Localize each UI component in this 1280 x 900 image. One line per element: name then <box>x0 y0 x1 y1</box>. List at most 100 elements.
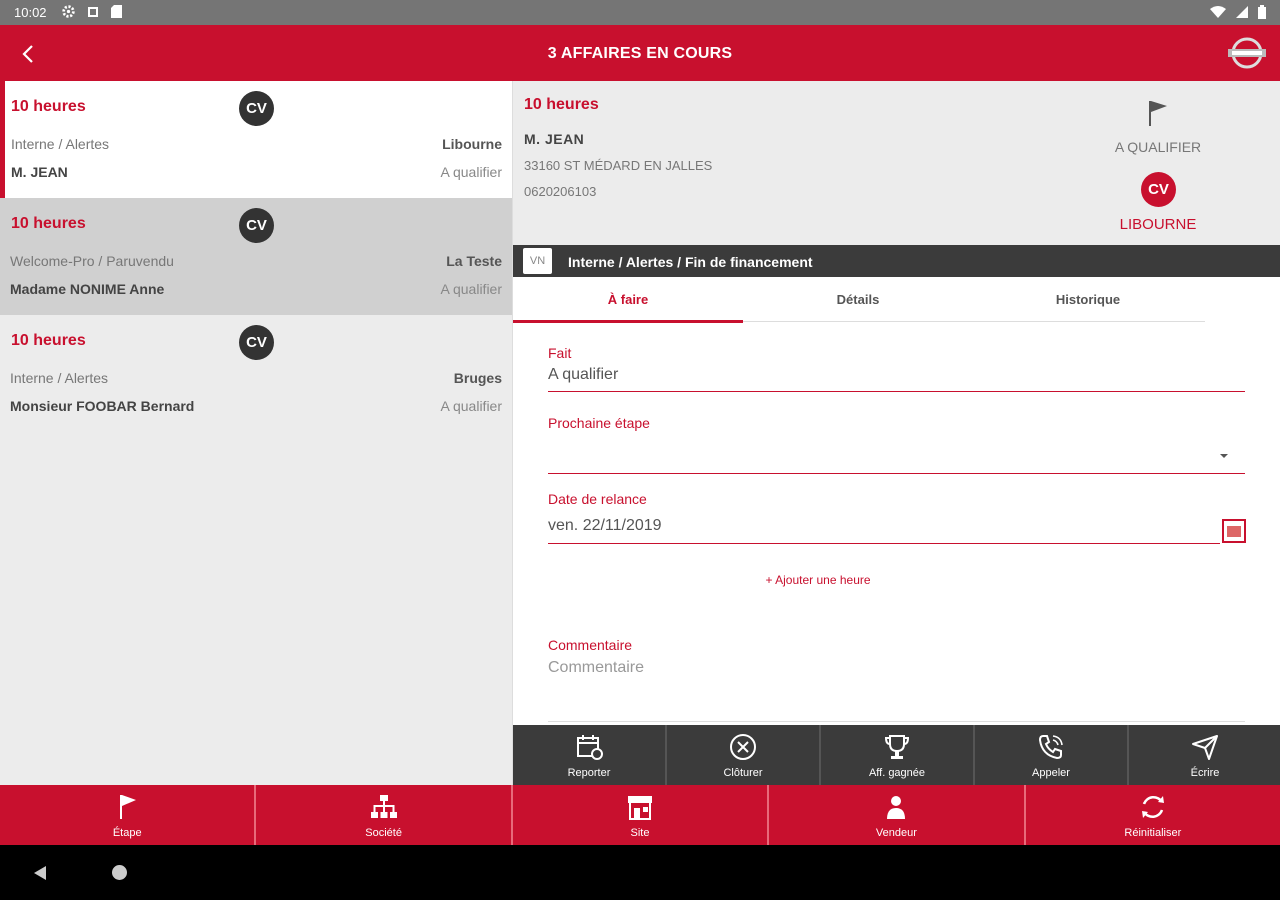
detail-site: LIBOURNE <box>1119 216 1197 233</box>
item-hours: 10 heures <box>11 332 86 349</box>
item-status: A qualifier <box>440 398 502 414</box>
next-step-underline <box>548 473 1245 474</box>
reporter-label: Reporter <box>567 767 611 779</box>
calendar-reschedule-icon <box>577 735 603 760</box>
item-site: Libourne <box>442 136 502 152</box>
reinitialiser-button[interactable]: Réinitialiser <box>1026 785 1280 845</box>
todo-form: Fait A qualifier Prochaine étape Date de… <box>513 323 1280 723</box>
list-item[interactable]: 10 heures CV Interne / Alertes Bruges Mo… <box>0 315 512 432</box>
item-name: Madame NONIME Anne <box>10 281 165 297</box>
flag-icon <box>1149 101 1167 126</box>
detail-header: 10 heures M. JEAN 33160 ST MÉDARD EN JAL… <box>513 81 1280 245</box>
list-item[interactable]: 10 heures CV Welcome-Pro / Paruvendu La … <box>0 198 512 315</box>
item-hours: 10 heures <box>11 98 86 115</box>
status-system-icons <box>1210 5 1266 19</box>
signal-icon <box>1236 6 1248 18</box>
ecrire-button[interactable]: Écrire <box>1129 725 1280 785</box>
date-label: Date de relance <box>548 491 647 507</box>
status-notification-icons <box>62 5 122 18</box>
item-status: A qualifier <box>440 164 502 180</box>
affaire-gagnee-label: Aff. gagnée <box>868 767 926 779</box>
date-field[interactable]: ven. 22/11/2019 <box>548 517 662 535</box>
detail-hours: 10 heures <box>524 96 599 113</box>
item-name: M. JEAN <box>11 164 68 180</box>
ecrire-label: Écrire <box>1190 767 1220 779</box>
item-source: Welcome-Pro / Paruvendu <box>10 253 174 269</box>
tab-bar: À faire Détails Historique <box>513 277 1280 323</box>
detail-name: M. JEAN <box>524 131 585 147</box>
action-toolbar: Reporter Clôturer Aff. gagnée Appeler Éc… <box>513 725 1280 785</box>
comment-label: Commentaire <box>548 637 633 653</box>
send-icon <box>1192 735 1218 760</box>
cloturer-label: Clôturer <box>723 767 763 779</box>
notification-icon <box>88 6 98 17</box>
qualification-status: A QUALIFIER <box>1114 139 1202 155</box>
item-hours: 10 heures <box>11 215 86 232</box>
vendeur-label: Vendeur <box>875 827 917 839</box>
societe-label: Société <box>365 827 402 839</box>
category-tag: VN <box>523 248 552 274</box>
detail-address: 33160 ST MÉDARD EN JALLES <box>524 158 713 173</box>
appeler-button[interactable]: Appeler <box>975 725 1129 785</box>
fait-label: Fait <box>548 345 572 361</box>
system-navigation-bar <box>0 845 1280 900</box>
societe-button[interactable]: Société <box>256 785 513 845</box>
nav-home-icon[interactable] <box>112 865 127 880</box>
vendeur-button[interactable]: Vendeur <box>769 785 1026 845</box>
close-circle-icon <box>730 734 756 760</box>
status-bar: 10:02 <box>0 0 1280 25</box>
sd-card-icon <box>111 5 122 18</box>
item-source: Interne / Alertes <box>10 370 109 386</box>
category-bar: VN Interne / Alertes / Fin de financemen… <box>513 245 1280 277</box>
item-source: Interne / Alertes <box>11 136 110 152</box>
cv-badge: CV <box>1141 172 1176 207</box>
cv-badge: CV <box>239 208 274 243</box>
item-site: Bruges <box>453 370 502 386</box>
next-step-label: Prochaine étape <box>548 415 650 431</box>
reporter-button[interactable]: Reporter <box>513 725 667 785</box>
appeler-label: Appeler <box>1032 767 1070 779</box>
list-item[interactable]: 10 heures CV Interne / Alertes Libourne … <box>0 81 512 198</box>
battery-icon <box>1258 5 1266 19</box>
fait-field[interactable]: A qualifier <box>548 366 618 384</box>
site-label: Site <box>630 827 650 839</box>
status-time: 10:02 <box>14 5 47 20</box>
nav-back-icon[interactable] <box>32 865 48 881</box>
detail-phone: 0620206103 <box>524 184 597 199</box>
cloturer-button[interactable]: Clôturer <box>667 725 821 785</box>
affaires-list: 10 heures CV Interne / Alertes Libourne … <box>0 81 512 785</box>
tab-a-faire[interactable]: À faire <box>513 277 743 323</box>
add-hour-link[interactable]: + Ajouter une heure <box>513 573 1123 587</box>
etape-label: Étape <box>112 827 142 839</box>
wifi-icon <box>1210 6 1226 18</box>
refresh-icon <box>1141 795 1164 819</box>
date-underline <box>548 543 1220 544</box>
phone-icon <box>1038 735 1063 760</box>
trophy-icon <box>884 735 910 759</box>
comment-field[interactable]: Commentaire <box>548 659 644 677</box>
settings-icon <box>62 5 75 18</box>
brand-logo-icon <box>1228 37 1266 69</box>
org-chart-icon <box>370 795 397 818</box>
calendar-icon[interactable] <box>1222 519 1246 543</box>
cv-badge: CV <box>239 91 274 126</box>
item-status: A qualifier <box>440 281 502 297</box>
fait-underline <box>548 391 1245 392</box>
detail-panel: 10 heures M. JEAN 33160 ST MÉDARD EN JAL… <box>512 81 1280 785</box>
cv-badge: CV <box>239 325 274 360</box>
page-title: 3 AFFAIRES EN COURS <box>547 45 733 62</box>
site-button[interactable]: Site <box>513 785 770 845</box>
etape-button[interactable]: Étape <box>0 785 257 845</box>
tab-historique[interactable]: Historique <box>973 277 1203 323</box>
dropdown-arrow-icon[interactable] <box>1218 452 1230 460</box>
tab-details[interactable]: Détails <box>743 277 973 323</box>
item-name: Monsieur FOOBAR Bernard <box>10 398 195 414</box>
store-icon <box>628 796 653 820</box>
affaire-gagnee-button[interactable]: Aff. gagnée <box>821 725 975 785</box>
comment-underline <box>548 721 1245 722</box>
person-icon <box>887 796 906 819</box>
item-site: La Teste <box>446 253 502 269</box>
bottom-filter-bar: Étape Société Site Vendeur Réinitialiser <box>0 785 1280 845</box>
category-label: Interne / Alertes / Fin de financement <box>568 254 813 270</box>
tab-divider <box>743 321 1205 322</box>
